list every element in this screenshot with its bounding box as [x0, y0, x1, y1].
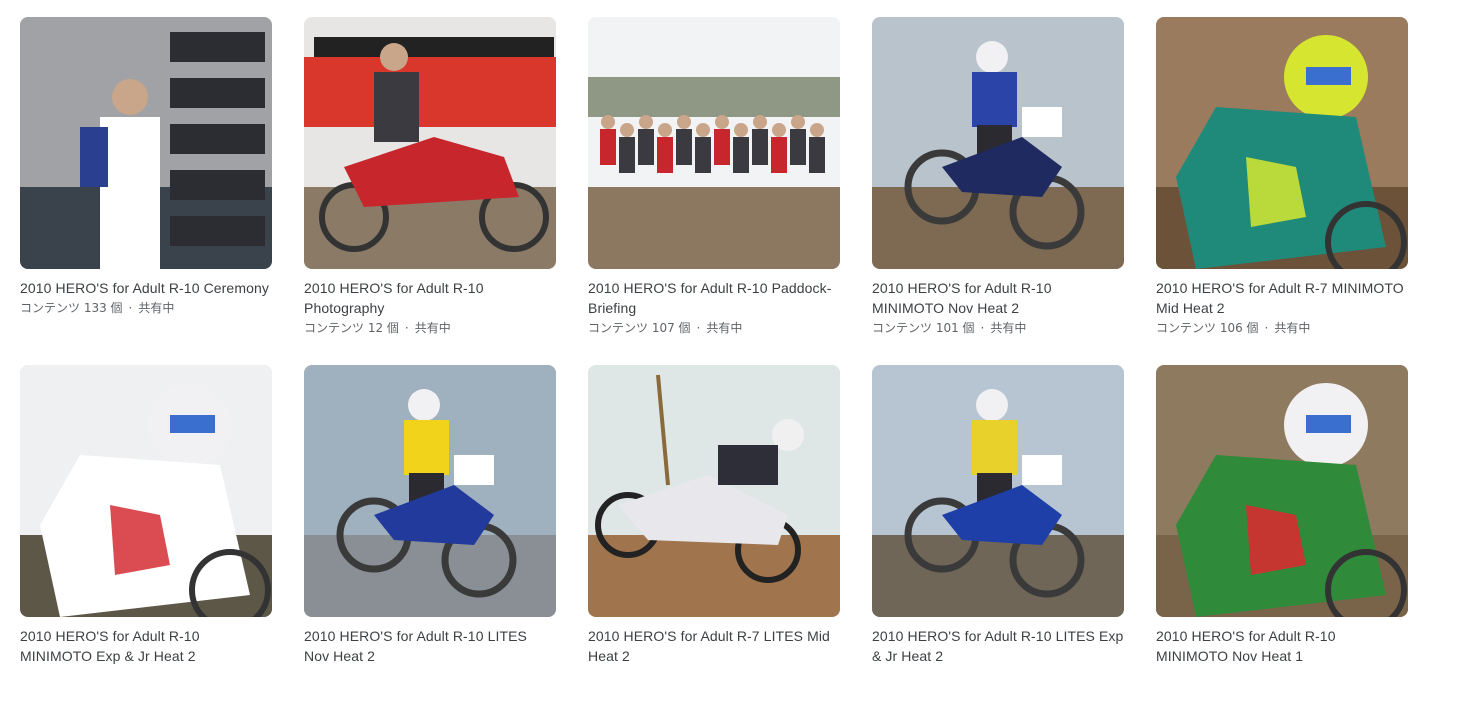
album-item-count: コンテンツ 107 個: [588, 321, 691, 335]
album-shared-status: 共有中: [414, 321, 451, 335]
album-thumbnail[interactable]: [588, 365, 840, 617]
album-item-count: コンテンツ 106 個: [1156, 321, 1259, 335]
motorbike-photo-icon: [304, 17, 556, 269]
album-title[interactable]: 2010 HERO'S for Adult R-7 MINIMOTO Mid H…: [1156, 278, 1408, 318]
rider-closeup-photo-icon: [1156, 17, 1408, 269]
album-card[interactable]: 2010 HERO'S for Adult R-10 LITES Exp & J…: [872, 365, 1124, 713]
album-meta: コンテンツ 133 個 · 共有中: [20, 299, 272, 317]
group-photo-icon: [588, 17, 840, 269]
album-thumbnail[interactable]: [304, 17, 556, 269]
jump-photo-icon: [304, 365, 556, 617]
jump-photo-icon: [872, 365, 1124, 617]
rider-cornering-photo-icon: [20, 365, 272, 617]
separator-dot: ·: [696, 321, 701, 335]
album-card[interactable]: 2010 HERO'S for Adult R-10 LITES Nov Hea…: [304, 365, 556, 713]
album-item-count: コンテンツ 133 個: [20, 301, 123, 315]
album-title[interactable]: 2010 HERO'S for Adult R-10 LITES Nov Hea…: [304, 626, 556, 666]
album-title[interactable]: 2010 HERO'S for Adult R-7 LITES Mid Heat…: [588, 626, 840, 666]
album-shared-status: 共有中: [138, 301, 175, 315]
album-title[interactable]: 2010 HERO'S for Adult R-10 MINIMOTO Exp …: [20, 626, 272, 666]
separator-dot: ·: [404, 321, 409, 335]
album-card[interactable]: 2010 HERO'S for Adult R-10 MINIMOTO Nov …: [1156, 365, 1408, 713]
album-title[interactable]: 2010 HERO'S for Adult R-10 MINIMOTO Nov …: [1156, 626, 1408, 666]
separator-dot: ·: [128, 301, 133, 315]
album-shared-status: 共有中: [990, 321, 1027, 335]
album-shared-status: 共有中: [706, 321, 743, 335]
album-card[interactable]: 2010 HERO'S for Adult R-7 LITES Mid Heat…: [588, 365, 840, 713]
album-meta: コンテンツ 107 個 · 共有中: [588, 319, 840, 337]
album-title[interactable]: 2010 HERO'S for Adult R-10 MINIMOTO Nov …: [872, 278, 1124, 318]
album-thumbnail[interactable]: [588, 17, 840, 269]
album-title[interactable]: 2010 HERO'S for Adult R-10 Photography: [304, 278, 556, 318]
album-thumbnail[interactable]: [20, 365, 272, 617]
album-meta: コンテンツ 101 個 · 共有中: [872, 319, 1124, 337]
rider-cornering-photo-icon: [1156, 365, 1408, 617]
album-card[interactable]: 2010 HERO'S for Adult R-7 MINIMOTO Mid H…: [1156, 17, 1408, 365]
separator-dot: ·: [980, 321, 985, 335]
album-shared-status: 共有中: [1274, 321, 1311, 335]
album-title[interactable]: 2010 HERO'S for Adult R-10 Ceremony: [20, 278, 272, 298]
album-item-count: コンテンツ 101 個: [872, 321, 975, 335]
album-thumbnail[interactable]: [1156, 17, 1408, 269]
album-card[interactable]: 2010 HERO'S for Adult R-10 MINIMOTO Exp …: [20, 365, 272, 713]
album-card[interactable]: 2010 HERO'S for Adult R-10 Ceremony コンテンツ…: [20, 17, 272, 365]
album-meta: コンテンツ 106 個 · 共有中: [1156, 319, 1408, 337]
separator-dot: ·: [1264, 321, 1269, 335]
album-card[interactable]: 2010 HERO'S for Adult R-10 Photography コン…: [304, 17, 556, 365]
album-thumbnail[interactable]: [872, 365, 1124, 617]
album-thumbnail[interactable]: [304, 365, 556, 617]
album-card[interactable]: 2010 HERO'S for Adult R-10 Paddock-Brief…: [588, 17, 840, 365]
album-card[interactable]: 2010 HERO'S for Adult R-10 MINIMOTO Nov …: [872, 17, 1124, 365]
album-meta: コンテンツ 12 個 · 共有中: [304, 319, 556, 337]
album-grid: 2010 HERO'S for Adult R-10 Ceremony コンテンツ…: [20, 17, 1408, 713]
podium-photo-icon: [20, 17, 272, 269]
jump-photo-icon: [872, 17, 1124, 269]
album-title[interactable]: 2010 HERO'S for Adult R-10 LITES Exp & J…: [872, 626, 1124, 666]
album-title[interactable]: 2010 HERO'S for Adult R-10 Paddock-Brief…: [588, 278, 840, 318]
album-item-count: コンテンツ 12 個: [304, 321, 399, 335]
album-thumbnail[interactable]: [20, 17, 272, 269]
slide-photo-icon: [588, 365, 840, 617]
album-thumbnail[interactable]: [872, 17, 1124, 269]
album-thumbnail[interactable]: [1156, 365, 1408, 617]
